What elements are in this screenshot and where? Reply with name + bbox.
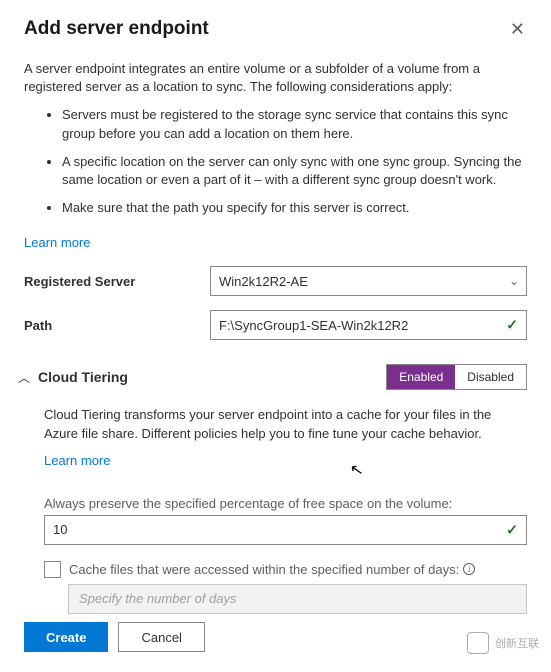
free-space-input[interactable]: 10 ✓ xyxy=(44,515,527,545)
free-space-label: Always preserve the specified percentage… xyxy=(44,496,527,511)
learn-more-link[interactable]: Learn more xyxy=(24,235,527,250)
close-button[interactable]: ✕ xyxy=(508,18,527,40)
tiering-description: Cloud Tiering transforms your server end… xyxy=(44,406,527,442)
create-button[interactable]: Create xyxy=(24,622,108,652)
bullet-item: Servers must be registered to the storag… xyxy=(62,106,527,142)
panel-title: Add server endpoint xyxy=(24,18,209,40)
registered-server-value: Win2k12R2-AE xyxy=(219,274,308,289)
checkmark-icon: ✓ xyxy=(506,317,518,334)
intro-bullets: Servers must be registered to the storag… xyxy=(24,106,527,227)
cache-days-checkbox[interactable] xyxy=(44,561,61,578)
collapse-icon[interactable]: ︿ xyxy=(18,369,30,386)
registered-server-label: Registered Server xyxy=(24,274,210,289)
watermark-text: 创新互联 xyxy=(495,635,539,651)
chevron-down-icon: ⌄ xyxy=(509,274,519,288)
tiering-enabled-button[interactable]: Enabled xyxy=(387,365,455,389)
checkmark-icon: ✓ xyxy=(506,521,518,538)
tiering-disabled-button[interactable]: Disabled xyxy=(455,365,526,389)
intro-text: A server endpoint integrates an entire v… xyxy=(24,60,527,96)
path-label: Path xyxy=(24,318,210,333)
registered-server-select[interactable]: Win2k12R2-AE ⌄ xyxy=(210,266,527,296)
bullet-item: A specific location on the server can on… xyxy=(62,153,527,189)
tiering-learn-more-link[interactable]: Learn more xyxy=(44,453,110,468)
info-icon[interactable]: i xyxy=(463,563,475,575)
watermark-logo-icon xyxy=(467,632,489,654)
path-value: F:\SyncGroup1-SEA-Win2k12R2 xyxy=(219,318,408,333)
cancel-button[interactable]: Cancel xyxy=(118,622,204,652)
cache-days-input: Specify the number of days xyxy=(68,584,527,614)
cloud-tiering-title: Cloud Tiering xyxy=(38,369,128,385)
cache-days-label: Cache files that were accessed within th… xyxy=(69,562,475,577)
close-icon: ✕ xyxy=(510,19,525,39)
bullet-item: Make sure that the path you specify for … xyxy=(62,199,527,217)
path-input[interactable]: F:\SyncGroup1-SEA-Win2k12R2 ✓ xyxy=(210,310,527,340)
cloud-tiering-toggle: Enabled Disabled xyxy=(386,364,527,390)
free-space-value: 10 xyxy=(53,522,67,537)
watermark: 创新互联 xyxy=(467,632,539,654)
